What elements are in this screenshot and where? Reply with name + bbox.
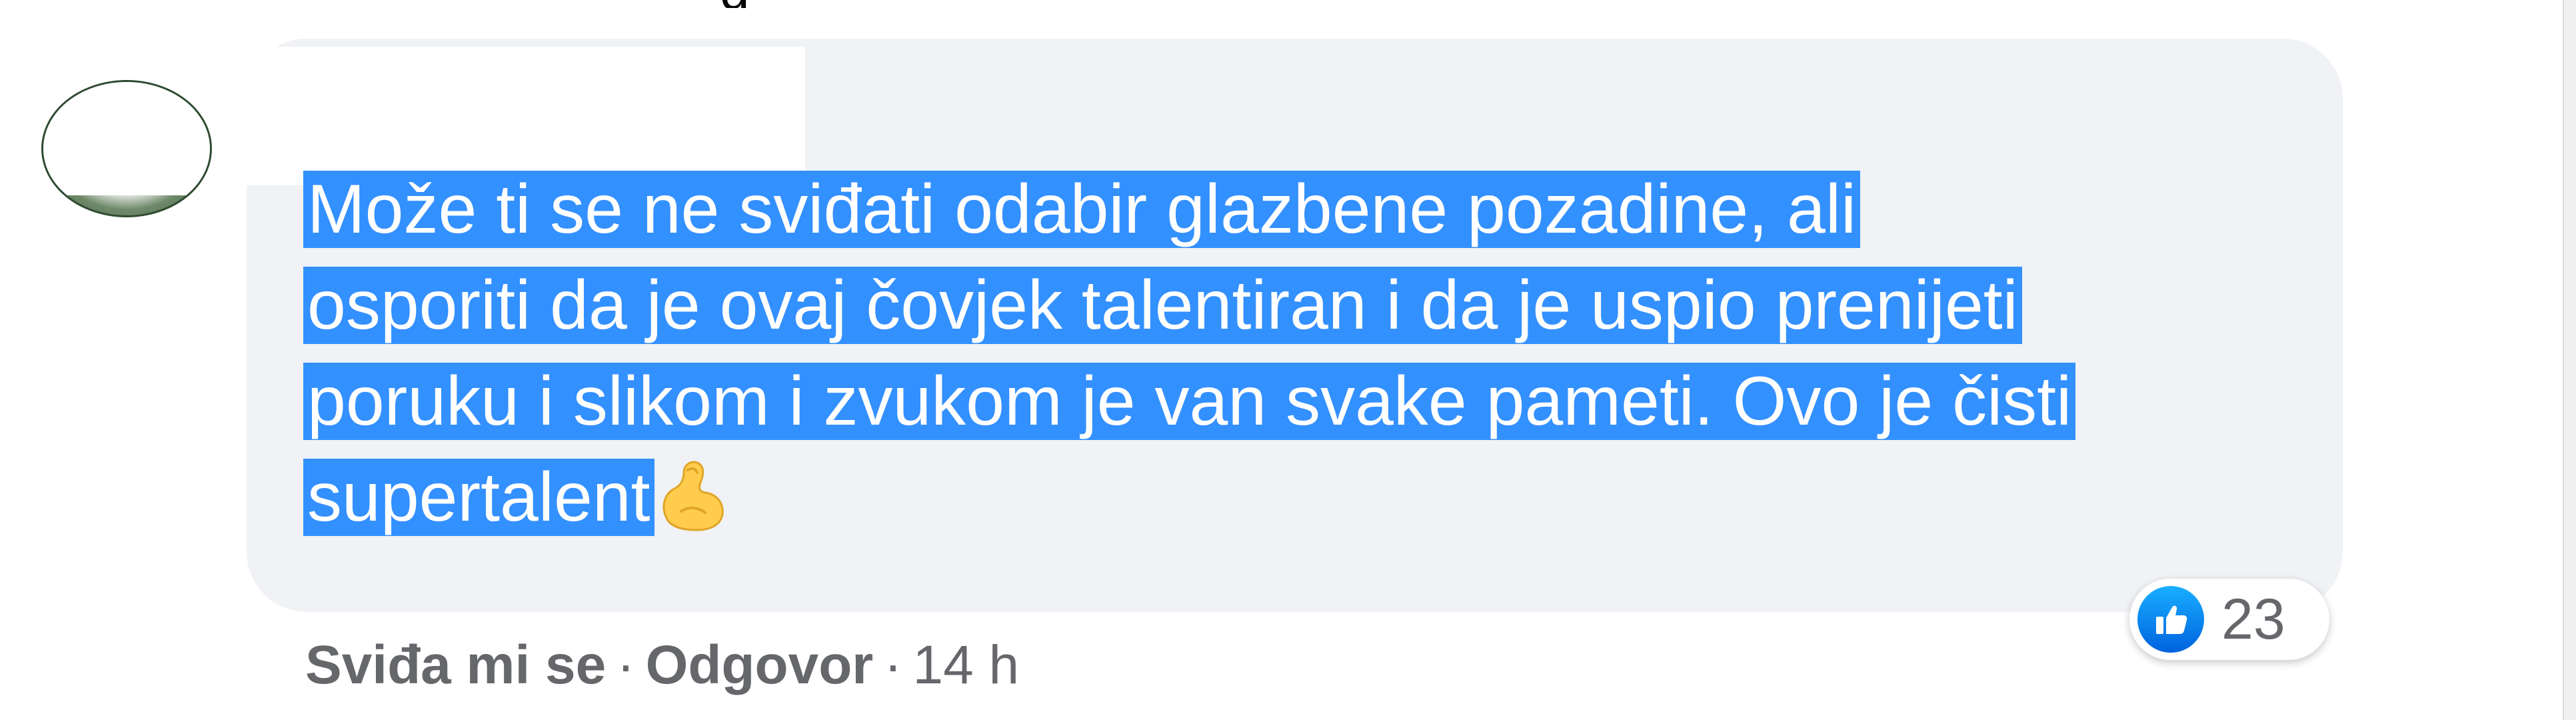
window-scrollbar[interactable] (2563, 0, 2576, 720)
comment-actions: Sviđa mi se · Odgovor · 14 h (305, 632, 1019, 699)
reaction-summary[interactable]: 23 (2129, 579, 2329, 660)
reply-button[interactable]: Odgovor (646, 635, 874, 695)
comment-line: Može ti se ne sviđati odabir glazbene po… (303, 161, 2383, 257)
thumbs-up-icon (2156, 605, 2187, 634)
avatar-redaction (43, 82, 210, 195)
flexed-biceps-icon (662, 461, 724, 531)
comment-screenshot: g Može ti se ne sviđati odabir glazbene … (0, 0, 2576, 720)
like-icon (2137, 586, 2204, 653)
comment-line: osporiti da je ovaj čovjek talentiran i … (303, 257, 2383, 353)
comment-line-text: supertalent (303, 459, 654, 536)
separator-dot: · (617, 635, 635, 695)
separator-dot: · (884, 635, 902, 695)
avatar[interactable] (41, 80, 212, 217)
comment-line-text: poruku i slikom i zvukom je van svake pa… (303, 363, 2076, 440)
comment-line: poruku i slikom i zvukom je van svake pa… (303, 353, 2383, 449)
comment-line-text: Može ti se ne sviđati odabir glazbene po… (303, 171, 1861, 248)
comment-line: supertalent (303, 449, 2383, 545)
comment-timestamp[interactable]: 14 h (913, 635, 1020, 695)
comment-line-text: osporiti da je ovaj čovjek talentiran i … (303, 267, 2022, 344)
like-button[interactable]: Sviđa mi se (305, 635, 606, 695)
reaction-count: 23 (2221, 587, 2285, 651)
cut-off-text-fragment: g (720, 0, 813, 8)
comment-text: Može ti se ne sviđati odabir glazbene po… (303, 161, 2383, 545)
cut-off-glyph: g (720, 0, 813, 8)
